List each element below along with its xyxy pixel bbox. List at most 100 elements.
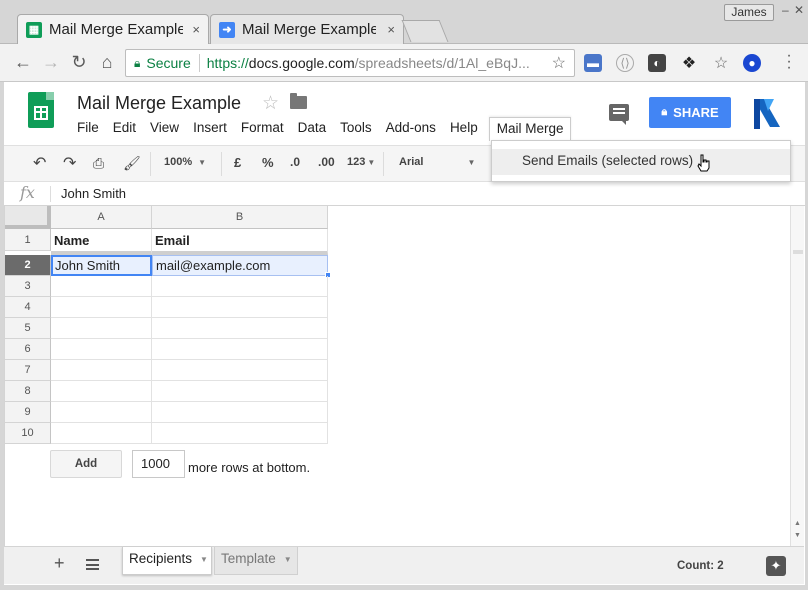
more-formats-label: 123 [347,156,366,168]
select-all-corner[interactable] [5,206,51,229]
browser-menu-icon[interactable]: · · · [784,48,794,76]
cell-a3[interactable] [51,276,152,297]
forward-arrow-icon[interactable]: → [40,52,62,72]
cell-b7[interactable] [152,360,328,381]
extension-globe-icon[interactable]: ● [743,54,761,72]
format-percent-button[interactable]: % [262,155,274,170]
cell-b6[interactable] [152,339,328,360]
folder-icon[interactable] [290,93,307,109]
cell-b9[interactable] [152,402,328,423]
row-header-9[interactable]: 9 [5,402,51,423]
star-icon[interactable]: ☆ [262,92,279,115]
menu-data[interactable]: Data [291,117,334,141]
comments-icon[interactable] [609,104,629,125]
cell-b2[interactable]: mail@example.com [152,255,328,276]
menu-file[interactable]: File [70,117,106,141]
reload-icon[interactable]: ↻ [68,52,90,72]
add-sheet-button[interactable]: + [54,553,65,574]
row-header-6[interactable]: 6 [5,339,51,360]
decrease-decimals-button[interactable]: .0 [290,155,300,169]
sheet-tab-template[interactable]: Template ▼ [214,547,298,575]
cell-b10[interactable] [152,423,328,444]
formula-bar: fx John Smith [0,182,808,206]
cell-a2[interactable]: John Smith [51,255,152,276]
vertical-scrollbar[interactable]: ▲ ▼ [790,206,804,546]
zoom-select[interactable]: 100% ▼ [164,156,206,168]
window-close-icon[interactable]: ✕ [794,3,804,17]
scroll-thumb[interactable] [793,250,803,254]
row-header-2[interactable]: 2 [5,255,51,276]
formula-input[interactable]: John Smith [61,186,126,201]
row-header-4[interactable]: 4 [5,297,51,318]
close-icon[interactable]: × [387,22,395,37]
increase-decimals-button[interactable]: .00 [318,155,335,169]
cell-a10[interactable] [51,423,152,444]
tab-mail-merge-template[interactable]: ➜ Mail Merge Example × [210,14,404,44]
redo-icon[interactable]: ↷ [63,153,76,173]
address-bar[interactable]: 🔒︎ Secure https:// docs.google.com /spre… [125,49,575,77]
cell-a1[interactable]: Name [51,229,152,255]
tab-mail-merge-sheet[interactable]: ▦ Mail Merge Example × [17,14,209,44]
extension-lightbulb-icon[interactable]: ◐ [648,54,666,72]
cell-a9[interactable] [51,402,152,423]
font-select[interactable]: Arial ▼ [399,156,475,168]
document-title[interactable]: Mail Merge Example [77,93,241,114]
send-emails-menu-item[interactable]: Send Emails (selected rows) [492,149,790,175]
minimize-icon[interactable]: – [782,3,789,17]
back-arrow-icon[interactable]: ← [12,52,34,72]
column-header-b[interactable]: B [152,206,328,229]
menu-help[interactable]: Help [443,117,485,141]
print-icon[interactable]: ⎙ [93,155,104,172]
new-tab-button[interactable] [401,20,449,42]
menu-addons[interactable]: Add-ons [379,117,443,141]
chevron-down-icon[interactable]: ▼ [284,548,292,572]
format-currency-button[interactable]: £ [234,155,241,170]
explore-icon[interactable]: ✦ [766,556,786,576]
cell-b4[interactable] [152,297,328,318]
extension-privacy-icon[interactable]: ⟨⟩ [616,54,634,72]
cell-b5[interactable] [152,318,328,339]
selection-count[interactable]: Count: 2 [677,560,724,572]
row-header-5[interactable]: 5 [5,318,51,339]
scroll-up-icon[interactable]: ▲ [794,520,801,527]
menu-tools[interactable]: Tools [333,117,379,141]
menu-mail-merge[interactable]: Mail Merge [488,117,572,141]
cell-a7[interactable] [51,360,152,381]
cell-a8[interactable] [51,381,152,402]
row-header-7[interactable]: 7 [5,360,51,381]
sheet-tab-recipients[interactable]: Recipients ▼ [122,547,212,575]
all-sheets-icon[interactable] [86,559,99,570]
share-button[interactable]: 🔒︎ SHARE [649,97,731,128]
cell-b1[interactable]: Email [152,229,328,255]
chevron-down-icon[interactable]: ▼ [200,548,208,572]
row-header-10[interactable]: 10 [5,423,51,444]
extension-paw-icon[interactable]: ❖ [680,54,698,72]
add-rows-button[interactable]: Add [50,450,122,478]
menu-insert[interactable]: Insert [186,117,234,141]
user-profile-button[interactable]: James [724,4,774,21]
extension-bookmarks-icon[interactable]: ▬ [584,54,602,72]
close-icon[interactable]: × [192,22,200,37]
cell-a4[interactable] [51,297,152,318]
rows-count-input[interactable]: 1000 [132,450,185,478]
home-icon[interactable]: ⌂ [96,52,118,72]
scroll-down-icon[interactable]: ▼ [794,532,801,539]
row-header-3[interactable]: 3 [5,276,51,297]
sheets-logo-icon[interactable] [28,92,54,128]
undo-icon[interactable]: ↶ [33,153,46,173]
account-avatar[interactable] [750,97,784,131]
extension-star-plus-icon[interactable]: ☆ [712,54,730,72]
more-formats-select[interactable]: 123 ▼ [347,156,375,168]
menu-format[interactable]: Format [234,117,291,141]
cell-b8[interactable] [152,381,328,402]
row-header-8[interactable]: 8 [5,381,51,402]
menu-view[interactable]: View [143,117,186,141]
cell-a5[interactable] [51,318,152,339]
cell-b3[interactable] [152,276,328,297]
bookmark-star-icon[interactable]: ☆ [552,53,566,73]
row-header-1[interactable]: 1 [5,229,51,251]
cell-a6[interactable] [51,339,152,360]
column-header-a[interactable]: A [51,206,152,229]
paint-format-icon[interactable]: 🖌︎ [123,155,141,172]
menu-edit[interactable]: Edit [106,117,143,141]
